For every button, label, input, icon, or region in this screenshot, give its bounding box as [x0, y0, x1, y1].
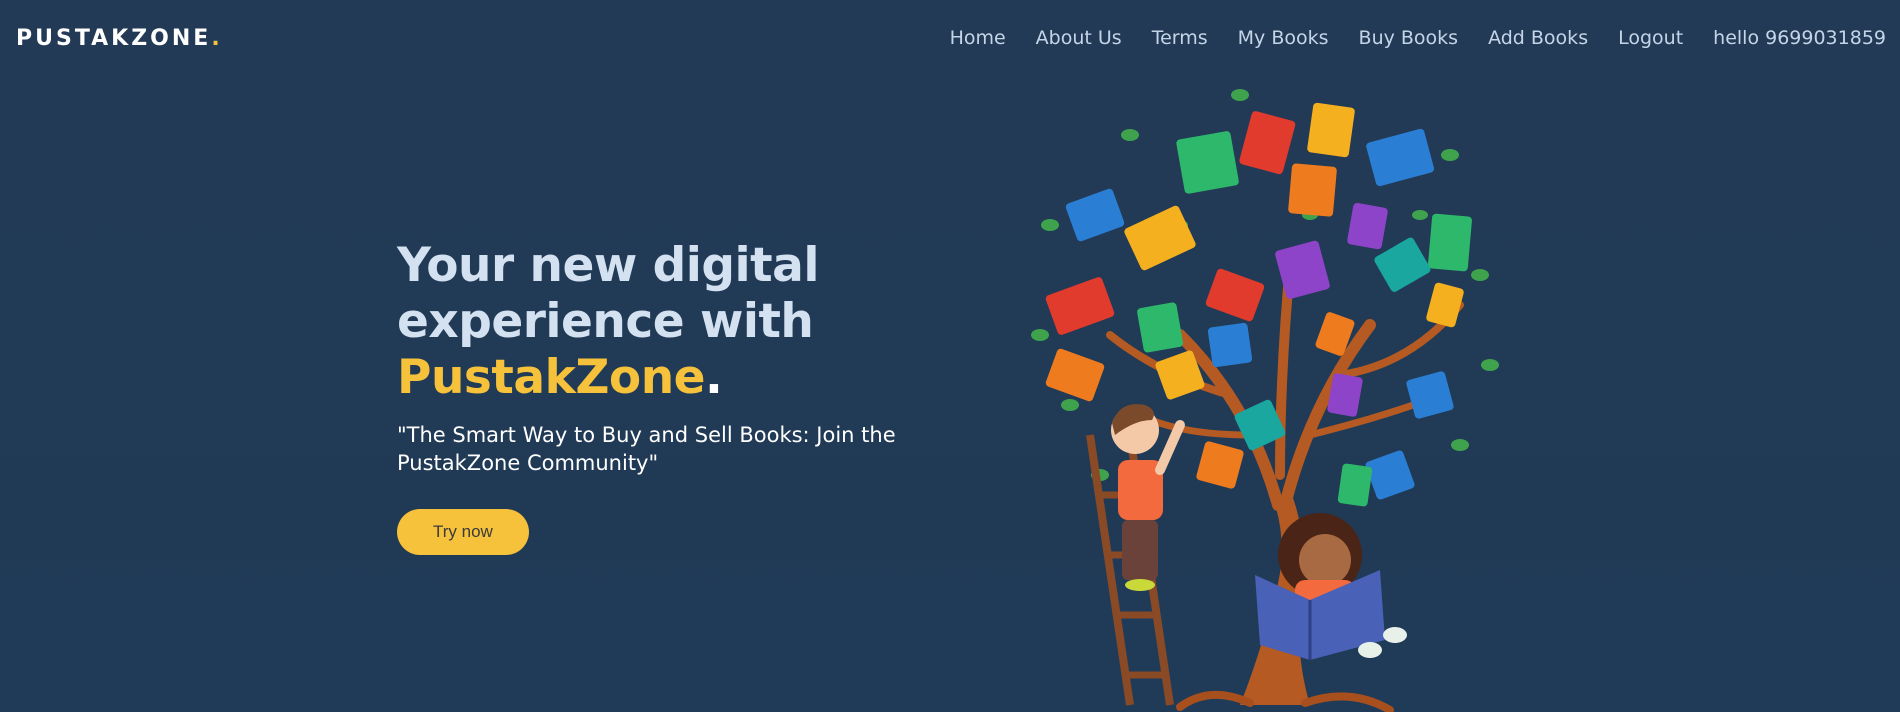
hero-headline: Your new digital experience with PustakZ… — [397, 238, 957, 406]
logo-text: PUSTAKZONE — [16, 26, 212, 51]
headline-line1: Your new digital — [397, 238, 819, 293]
hero-section: Your new digital experience with PustakZ… — [397, 238, 957, 555]
nav-my-books-link[interactable]: My Books — [1238, 27, 1329, 49]
hero-tagline: "The Smart Way to Buy and Sell Books: Jo… — [397, 423, 896, 475]
nav-user-greeting[interactable]: hello 9699031859 — [1713, 27, 1886, 49]
headline-brand: PustakZone — [397, 350, 706, 405]
nav-add-books-link[interactable]: Add Books — [1488, 27, 1588, 49]
site-logo[interactable]: PUSTAKZONE. — [16, 26, 220, 51]
nav-links: Home About Us Terms My Books Buy Books A… — [950, 27, 1886, 49]
nav-terms-link[interactable]: Terms — [1152, 27, 1208, 49]
book-tree-illustration — [1010, 75, 1570, 712]
navbar: PUSTAKZONE. Home About Us Terms My Books… — [0, 0, 1900, 80]
try-now-button[interactable]: Try now — [397, 509, 529, 555]
nav-about-link[interactable]: About Us — [1036, 27, 1122, 49]
logo-dot: . — [211, 26, 220, 51]
book-tree-svg — [1031, 89, 1499, 712]
nav-buy-books-link[interactable]: Buy Books — [1359, 27, 1459, 49]
headline-period: . — [705, 350, 723, 405]
headline-line2: experience with — [397, 294, 814, 349]
nav-home-link[interactable]: Home — [950, 27, 1006, 49]
nav-logout-link[interactable]: Logout — [1618, 27, 1683, 49]
